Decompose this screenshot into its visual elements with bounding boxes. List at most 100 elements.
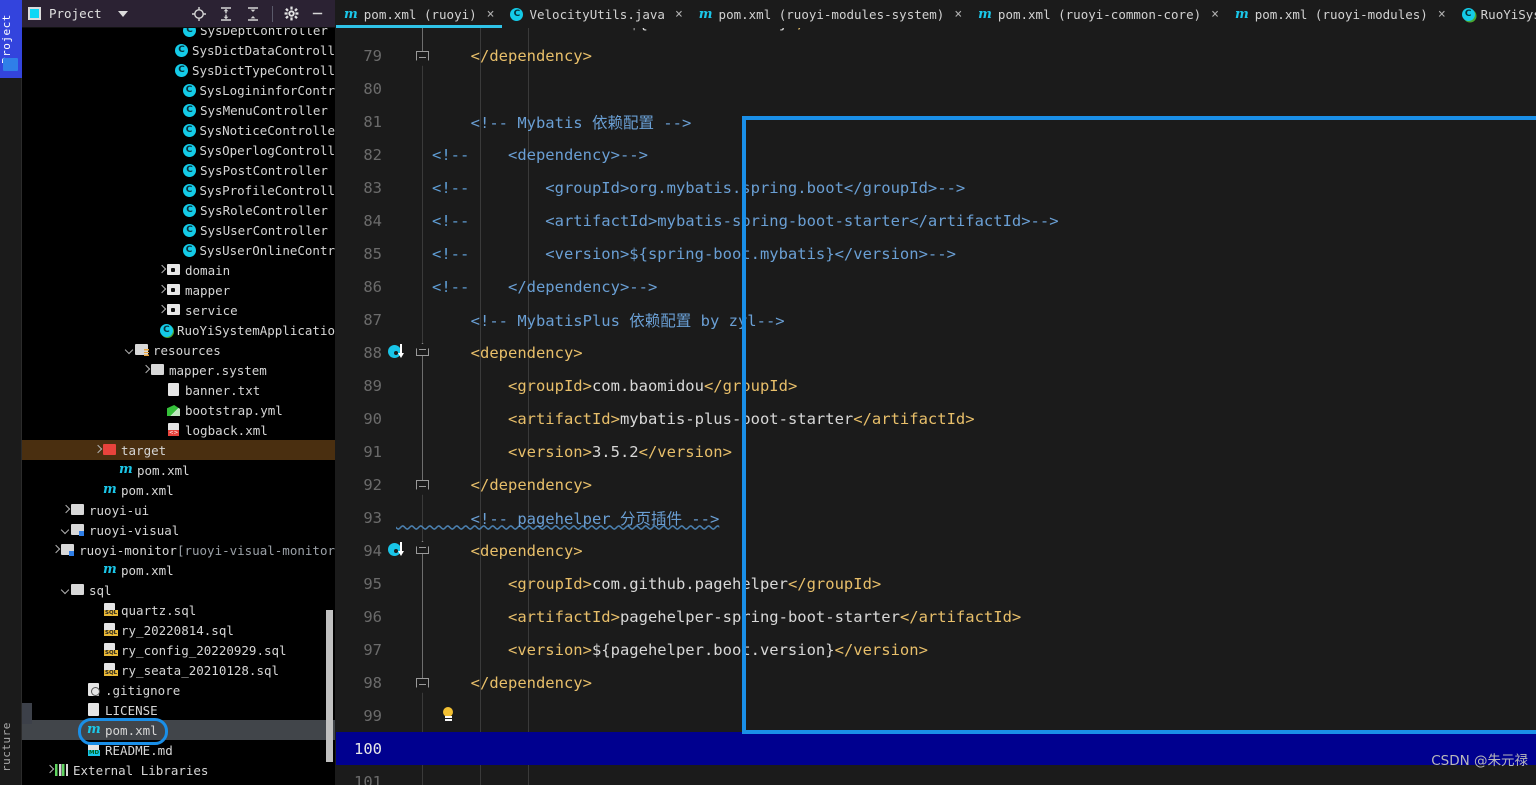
tree-item[interactable]: m pom.xml <box>22 480 335 500</box>
code-line[interactable]: 83 <!-- <groupId>org.mybatis.spring.boot<… <box>336 171 1536 204</box>
chevron-right-icon[interactable] <box>60 505 71 516</box>
tree-item[interactable]: m pom.xml <box>22 560 335 580</box>
chevron-down-icon[interactable] <box>60 585 71 596</box>
tree-item[interactable]: logback.xml <box>22 420 335 440</box>
tree-item[interactable]: target <box>22 440 335 460</box>
tree-item[interactable]: m pom.xml <box>22 460 335 480</box>
code-line[interactable]: 92 </dependency> <box>336 468 1536 501</box>
editor-tab[interactable]: C VelocityUtils.java × <box>502 0 690 28</box>
code-line[interactable]: 84 <!-- <artifactId>mybatis-spring-boot-s… <box>336 204 1536 237</box>
tree-item[interactable]: m pom.xml <box>22 720 335 740</box>
project-tree[interactable]: C SysDeptController C SysDictDataControll C S… <box>22 28 335 785</box>
editor-tab-bar[interactable]: m pom.xml (ruoyi) × C VelocityUtils.java × m po… <box>336 0 1536 28</box>
code-line[interactable]: 101 <box>336 765 1536 785</box>
tree-item[interactable]: ry_seata_20210128.sql <box>22 660 335 680</box>
tree-item[interactable]: C SysUserOnlineContr <box>22 240 335 260</box>
tree-item[interactable]: LICENSE <box>22 700 335 720</box>
close-icon[interactable]: × <box>487 7 495 22</box>
tree-item[interactable]: mapper <box>22 280 335 300</box>
tree-item[interactable]: .gitignore <box>22 680 335 700</box>
tree-scrollbar[interactable] <box>326 610 333 762</box>
chevron-right-icon[interactable] <box>140 365 151 376</box>
vertical-tab-structure[interactable]: ructure <box>0 709 22 785</box>
chevron-down-icon[interactable] <box>117 10 128 17</box>
code-line[interactable]: 94 <dependency> <box>336 534 1536 567</box>
tree-item[interactable]: quartz.sql <box>22 600 335 620</box>
code-line[interactable]: 78 <version>${tobato.version}</version> <box>336 28 1536 39</box>
code-editor[interactable]: 78 <version>${tobato.version}</version>7… <box>336 28 1536 785</box>
tree-item[interactable]: service <box>22 300 335 320</box>
tree-item[interactable]: ry_20220814.sql <box>22 620 335 640</box>
editor-tab[interactable]: m pom.xml (ruoyi-common-core) × <box>970 0 1227 28</box>
editor-tab[interactable]: m pom.xml (ruoyi) × <box>336 0 503 28</box>
tree-item[interactable]: C SysDictDataControll <box>22 40 335 60</box>
code-line[interactable]: 93 <!-- pagehelper 分页插件 --> <box>336 501 1536 534</box>
code-token: mybatis-plus-boot-starter <box>619 409 854 428</box>
tree-item[interactable]: C SysProfileControll <box>22 180 335 200</box>
intention-bulb-icon[interactable] <box>441 707 455 723</box>
code-line[interactable]: 89 <groupId>com.baomidou</groupId> <box>336 369 1536 402</box>
editor-tab[interactable]: m pom.xml (ruoyi-modules-system) × <box>691 0 970 28</box>
locate-icon[interactable] <box>191 6 207 22</box>
tree-item[interactable]: domain <box>22 260 335 280</box>
tree-item[interactable]: C SysRoleController <box>22 200 335 220</box>
class-icon: C <box>183 103 196 117</box>
code-line[interactable]: 96 <artifactId>pagehelper-spring-boot-st… <box>336 600 1536 633</box>
tree-item[interactable]: C SysMenuController <box>22 100 335 120</box>
code-line[interactable]: 99 <box>336 699 1536 732</box>
tree-item[interactable]: C SysLogininforContr <box>22 80 335 100</box>
collapse-all-icon[interactable] <box>245 6 261 22</box>
code-line[interactable]: 90 <artifactId>mybatis-plus-boot-starter… <box>336 402 1536 435</box>
tree-item[interactable]: C SysNoticeControlle <box>22 120 335 140</box>
chevron-down-icon[interactable] <box>60 525 71 536</box>
close-icon[interactable]: × <box>675 7 683 22</box>
tree-item[interactable]: C SysDeptController <box>22 28 335 40</box>
code-line[interactable]: 81 <!-- Mybatis 依赖配置 --> <box>336 105 1536 138</box>
minimize-icon[interactable] <box>310 6 325 21</box>
tree-item[interactable]: resources <box>22 340 335 360</box>
tree-item[interactable]: ry_config_20220929.sql <box>22 640 335 660</box>
close-icon[interactable]: × <box>1438 7 1446 22</box>
code-line[interactable]: 97 <version>${pagehelper.boot.version}</… <box>336 633 1536 666</box>
chevron-right-icon[interactable] <box>156 265 167 276</box>
code-line[interactable]: 86 <!-- </dependency>--> <box>336 270 1536 303</box>
code-line[interactable]: 98 </dependency> <box>336 666 1536 699</box>
tree-item[interactable]: banner.txt <box>22 380 335 400</box>
tree-item[interactable]: README.md <box>22 740 335 760</box>
code-line[interactable]: 82 <!-- <dependency>--> <box>336 138 1536 171</box>
editor-tab[interactable]: m pom.xml (ruoyi-modules) × <box>1227 0 1454 28</box>
tree-item[interactable]: C SysPostController <box>22 160 335 180</box>
code-line[interactable]: 100 <box>336 732 1536 765</box>
code-line[interactable]: 91 <version>3.5.2</version> <box>336 435 1536 468</box>
chevron-right-icon[interactable] <box>44 765 55 776</box>
code-line[interactable]: 85 <!-- <version>${spring-boot.mybatis}</… <box>336 237 1536 270</box>
code-line[interactable]: 88 <dependency> <box>336 336 1536 369</box>
chevron-right-icon[interactable] <box>50 545 61 556</box>
chevron-right-icon[interactable] <box>156 285 167 296</box>
chevron-down-icon[interactable] <box>124 345 135 356</box>
tree-item[interactable]: ruoyi-monitor [ruoyi-visual-monitor <box>22 540 335 560</box>
tree-item[interactable]: bootstrap.yml <box>22 400 335 420</box>
close-icon[interactable]: × <box>954 7 962 22</box>
gear-icon[interactable] <box>284 6 299 21</box>
tree-item[interactable]: ruoyi-ui <box>22 500 335 520</box>
tree-item[interactable]: mapper.system <box>22 360 335 380</box>
chevron-right-icon[interactable] <box>92 445 103 456</box>
code-line[interactable]: 80 <box>336 72 1536 105</box>
tree-item[interactable]: C SysOperlogControll <box>22 140 335 160</box>
tree-item[interactable]: C SysDictTypeControll <box>22 60 335 80</box>
chevron-right-icon[interactable] <box>156 305 167 316</box>
editor-tab[interactable]: C RuoYiSystemAppl <box>1454 0 1536 28</box>
code-line[interactable]: 87 <!-- MybatisPlus 依赖配置 by zyl--> <box>336 303 1536 336</box>
close-icon[interactable]: × <box>1211 7 1219 22</box>
tree-item[interactable]: C SysUserController <box>22 220 335 240</box>
code-line[interactable]: 95 <groupId>com.github.pagehelper</group… <box>336 567 1536 600</box>
tree-item[interactable]: ruoyi-visual <box>22 520 335 540</box>
tree-item[interactable]: External Libraries <box>22 760 335 780</box>
tree-item[interactable]: C RuoYiSystemApplicatio <box>22 320 335 340</box>
code-line[interactable]: 79 </dependency> <box>336 39 1536 72</box>
tree-item-label: ruoyi-ui <box>89 502 150 518</box>
tree-item[interactable]: sql <box>22 580 335 600</box>
expand-all-icon[interactable] <box>218 6 234 22</box>
